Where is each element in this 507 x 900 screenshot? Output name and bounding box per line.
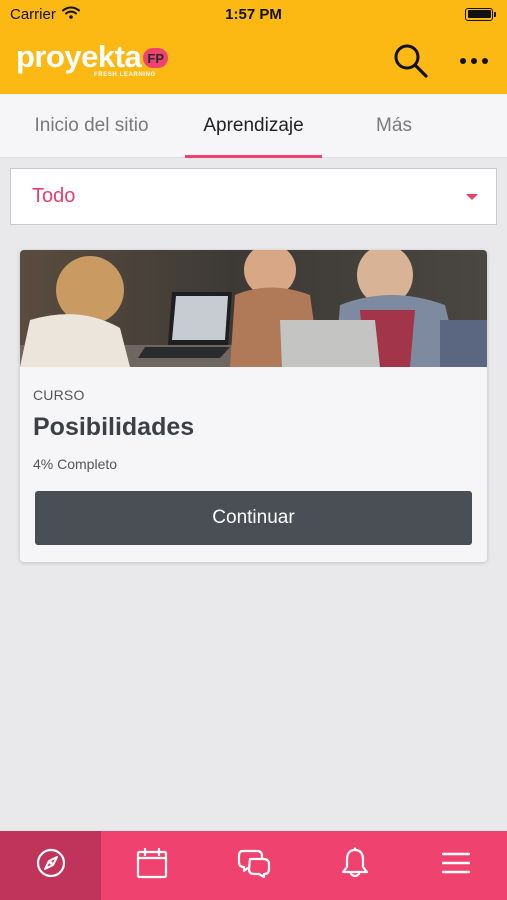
tab-bar: Inicio del sitio Aprendizaje Más — [0, 94, 507, 158]
calendar-icon — [136, 847, 168, 884]
battery-icon — [465, 7, 496, 21]
continue-button[interactable]: Continuar — [35, 491, 472, 545]
more-options-icon[interactable] — [459, 57, 489, 65]
course-card[interactable]: CURSO Posibilidades 4% Completo Continua… — [20, 250, 487, 562]
filter-select[interactable]: Todo — [10, 168, 497, 225]
status-left: Carrier — [10, 6, 80, 23]
bell-icon — [341, 847, 369, 884]
compass-icon — [36, 848, 66, 883]
status-bar: Carrier 1:57 PM — [0, 0, 507, 28]
nav-item-calendar[interactable] — [101, 831, 202, 900]
app-logo: proyekta FP FRESH LEARNING — [16, 39, 169, 83]
header-actions — [393, 43, 489, 79]
tab-mas[interactable]: Más — [324, 94, 464, 157]
chat-bubbles-icon — [237, 847, 271, 884]
logo-text: proyekta — [16, 39, 142, 74]
bottom-nav — [0, 831, 507, 900]
app-header: proyekta FP FRESH LEARNING — [0, 28, 507, 94]
filter-selected-value: Todo — [32, 185, 76, 207]
nav-item-menu[interactable] — [406, 831, 507, 900]
nav-item-messages[interactable] — [203, 831, 304, 900]
battery-level — [467, 10, 491, 18]
course-progress-text: 4% Completo — [33, 456, 118, 472]
course-card-body: CURSO Posibilidades 4% Completo Continua… — [20, 367, 487, 545]
search-icon[interactable] — [393, 43, 429, 79]
course-title[interactable]: Posibilidades — [33, 413, 473, 442]
nav-item-explore[interactable] — [0, 831, 102, 900]
logo-badge: FP — [143, 48, 169, 68]
course-image — [20, 250, 487, 367]
menu-icon — [442, 851, 471, 880]
nav-item-notifications[interactable] — [304, 831, 405, 900]
tab-inicio-del-sitio[interactable]: Inicio del sitio — [0, 94, 183, 157]
course-type-label: CURSO — [33, 387, 85, 403]
tab-aprendizaje[interactable]: Aprendizaje — [183, 94, 324, 158]
logo-subtitle: FRESH LEARNING — [94, 72, 156, 78]
wifi-icon — [61, 6, 80, 23]
carrier-label: Carrier — [10, 5, 56, 23]
chevron-down-icon — [466, 193, 478, 200]
